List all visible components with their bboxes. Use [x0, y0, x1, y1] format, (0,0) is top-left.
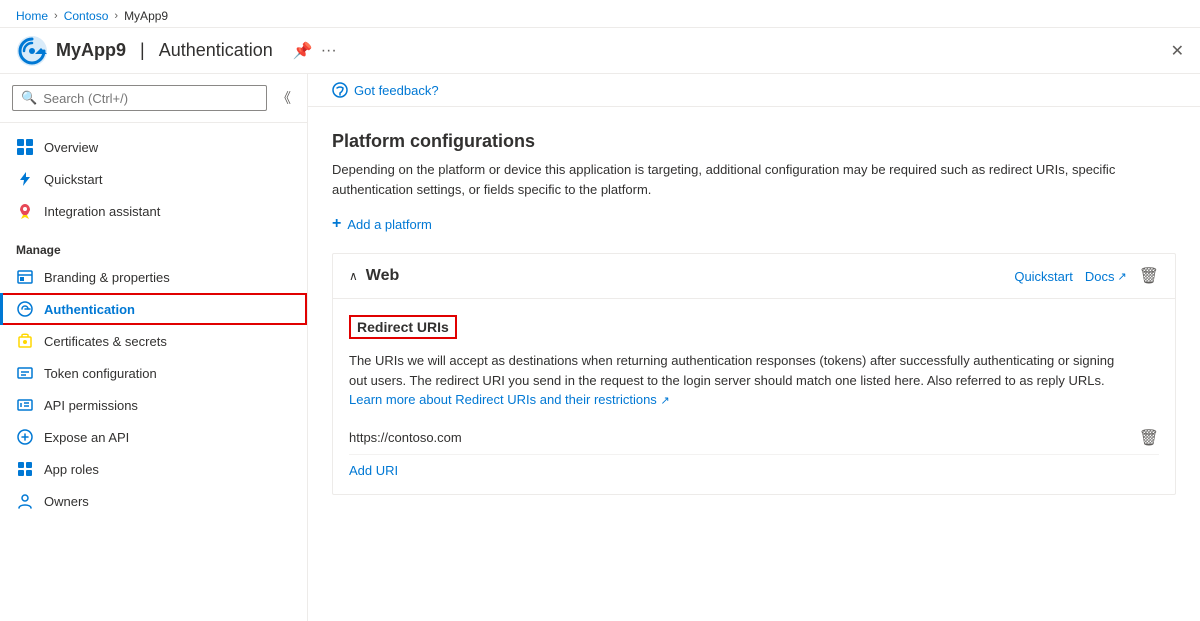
sidebar-quickstart-label: Quickstart — [44, 172, 103, 187]
sidebar-item-certificates[interactable]: Certificates & secrets — [0, 325, 307, 357]
add-icon: + — [332, 215, 341, 233]
sidebar-certificates-label: Certificates & secrets — [44, 334, 167, 349]
sidebar-search-area: 🔍 《 — [0, 74, 307, 123]
redirect-uris-desc: The URIs we will accept as destinations … — [349, 351, 1129, 410]
platform-configs-desc: Depending on the platform or device this… — [332, 160, 1152, 199]
app-icon — [16, 35, 48, 67]
content-area: Got feedback? Platform configurations De… — [308, 74, 1200, 621]
feedback-icon — [332, 82, 348, 98]
breadcrumb-contoso[interactable]: Contoso — [64, 9, 109, 23]
delete-uri-button[interactable]: 🗑 — [1139, 428, 1159, 448]
web-card: ∧ Web Quickstart Docs ↗ 🗑 Redirect URIs — [332, 253, 1176, 495]
sidebar-item-authentication[interactable]: Authentication — [0, 293, 307, 325]
platform-configs-title: Platform configurations — [332, 131, 1176, 152]
cert-icon — [16, 332, 34, 350]
sidebar: 🔍 《 Overview Quickstart — [0, 74, 308, 621]
external-link-icon: ↗ — [1117, 270, 1126, 283]
redirect-uris-title: Redirect URIs — [349, 315, 457, 339]
add-uri-button[interactable]: Add URI — [349, 463, 398, 478]
search-input[interactable] — [43, 91, 258, 106]
lightning-icon — [16, 170, 34, 188]
breadcrumb-home[interactable]: Home — [16, 9, 48, 23]
breadcrumb-sep-2: › — [114, 10, 118, 22]
page-title-section: Authentication — [159, 40, 273, 61]
sidebar-item-expose-api[interactable]: Expose an API — [0, 421, 307, 453]
top-bar-left: MyApp9 | Authentication 📌 ··· — [16, 35, 337, 67]
sidebar-expose-label: Expose an API — [44, 430, 129, 445]
page-title-sep: | — [140, 40, 145, 61]
content-body: Platform configurations Depending on the… — [308, 107, 1200, 621]
manage-label: Manage — [0, 235, 307, 261]
search-box[interactable]: 🔍 — [12, 85, 267, 111]
auth-icon — [16, 300, 34, 318]
feedback-label: Got feedback? — [354, 83, 439, 98]
breadcrumb-sep-1: › — [54, 10, 58, 22]
web-card-title: Web — [366, 267, 1007, 285]
api-icon — [16, 396, 34, 414]
page-title-app: MyApp9 — [56, 40, 126, 61]
feedback-bar[interactable]: Got feedback? — [308, 74, 1200, 107]
docs-link[interactable]: Docs ↗ — [1085, 269, 1127, 284]
expose-icon — [16, 428, 34, 446]
sidebar-owners-label: Owners — [44, 494, 89, 509]
pin-icon[interactable]: 📌 — [293, 41, 313, 61]
close-icon[interactable]: ✕ — [1171, 41, 1184, 61]
breadcrumb-app: MyApp9 — [124, 9, 168, 23]
uri-row: https://contoso.com 🗑 — [349, 422, 1159, 455]
sidebar-item-overview[interactable]: Overview — [0, 131, 307, 163]
sidebar-authentication-label: Authentication — [44, 302, 135, 317]
web-card-body: Redirect URIs The URIs we will accept as… — [333, 299, 1175, 494]
sidebar-api-label: API permissions — [44, 398, 138, 413]
top-bar: MyApp9 | Authentication 📌 ··· ✕ — [0, 28, 1200, 74]
sidebar-token-label: Token configuration — [44, 366, 157, 381]
external-link-icon-2: ↗ — [660, 395, 669, 407]
sidebar-manage-section: Manage Branding & properties Authenticat… — [0, 235, 307, 517]
main-container: 🔍 《 Overview Quickstart — [0, 74, 1200, 621]
sidebar-item-owners[interactable]: Owners — [0, 485, 307, 517]
add-platform-label: Add a platform — [347, 217, 432, 232]
sidebar-approles-label: App roles — [44, 462, 99, 477]
sidebar-item-app-roles[interactable]: App roles — [0, 453, 307, 485]
sidebar-top-section: Overview Quickstart Integration assistan… — [0, 123, 307, 235]
sidebar-overview-label: Overview — [44, 140, 98, 155]
sidebar-integration-label: Integration assistant — [44, 204, 160, 219]
search-icon: 🔍 — [21, 90, 37, 106]
grid-icon — [16, 138, 34, 156]
uri-list: https://contoso.com 🗑 — [349, 422, 1159, 455]
learn-more-link[interactable]: Learn more about Redirect URIs and their… — [349, 392, 657, 407]
quickstart-link[interactable]: Quickstart — [1014, 269, 1073, 284]
sidebar-item-integration[interactable]: Integration assistant — [0, 195, 307, 227]
sidebar-item-token-config[interactable]: Token configuration — [0, 357, 307, 389]
branding-icon — [16, 268, 34, 286]
delete-web-button[interactable]: 🗑 — [1139, 266, 1159, 286]
approles-icon — [16, 460, 34, 478]
token-icon — [16, 364, 34, 382]
web-card-header: ∧ Web Quickstart Docs ↗ 🗑 — [333, 254, 1175, 299]
sidebar-branding-label: Branding & properties — [44, 270, 170, 285]
rocket-icon — [16, 202, 34, 220]
ellipsis-icon[interactable]: ··· — [321, 42, 337, 60]
sidebar-item-branding[interactable]: Branding & properties — [0, 261, 307, 293]
owners-icon — [16, 492, 34, 510]
breadcrumb: Home › Contoso › MyApp9 — [0, 0, 1200, 28]
collapse-button[interactable]: 《 — [273, 84, 295, 112]
add-platform-button[interactable]: + Add a platform — [332, 215, 1176, 233]
sidebar-item-quickstart[interactable]: Quickstart — [0, 163, 307, 195]
web-card-actions: Quickstart Docs ↗ 🗑 — [1014, 266, 1159, 286]
chevron-up-icon[interactable]: ∧ — [349, 269, 358, 283]
uri-value: https://contoso.com — [349, 430, 462, 445]
sidebar-item-api-permissions[interactable]: API permissions — [0, 389, 307, 421]
docs-label: Docs — [1085, 269, 1115, 284]
